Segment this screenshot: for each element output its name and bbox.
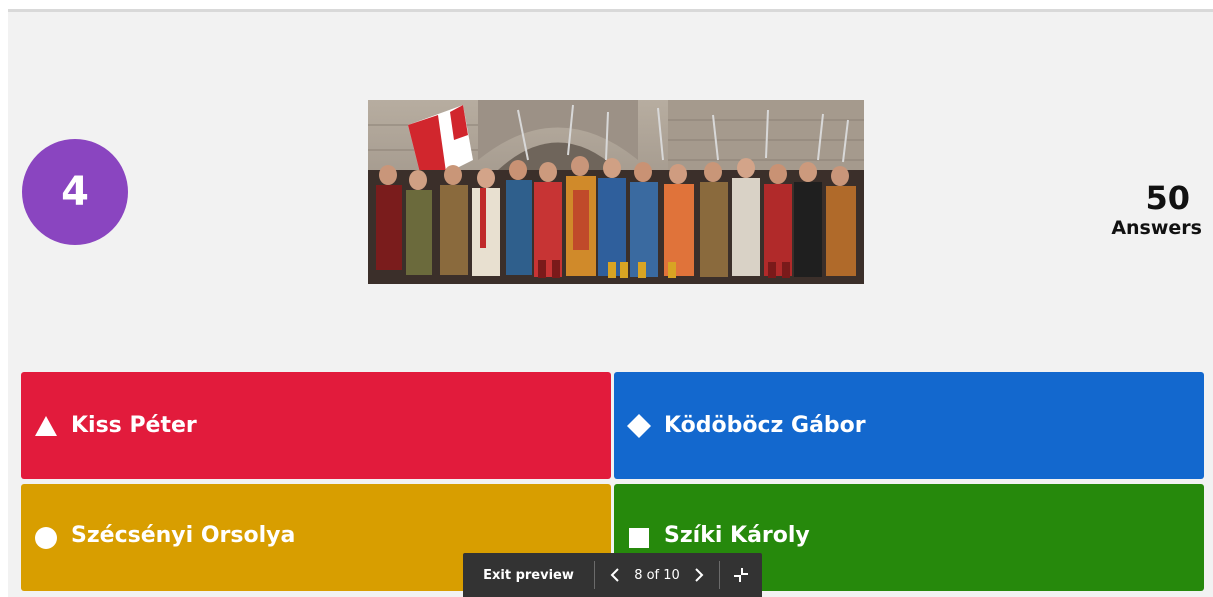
answer-label: Szíki Károly [664,523,810,548]
answer-option-triangle[interactable]: Kiss Péter [21,372,611,479]
diamond-icon [626,413,652,439]
question-image [368,100,864,284]
exit-fullscreen-icon[interactable] [720,567,762,583]
square-icon [626,525,652,551]
slide-navigation: 8 of 10 [595,565,719,585]
countdown-timer: 4 [22,139,128,245]
slide-counter: 8 of 10 [634,567,680,583]
chevron-right-icon[interactable] [690,565,708,585]
exit-preview-button[interactable]: Exit preview [463,568,594,583]
answers-count-value: 50 [1145,179,1190,217]
answers-count-label: Answers [1111,217,1202,239]
answer-label: Kiss Péter [71,413,197,438]
chevron-left-icon[interactable] [606,565,624,585]
answer-label: Ködöböcz Gábor [664,413,866,438]
timer-value: 4 [61,169,89,215]
answers-counter: 50 Answers [1062,180,1202,240]
preview-toolbar: Exit preview 8 of 10 [463,553,762,597]
answer-label: Szécsényi Orsolya [71,523,296,548]
answer-option-diamond[interactable]: Ködöböcz Gábor [614,372,1204,479]
circle-icon [33,525,59,551]
triangle-icon [33,413,59,439]
